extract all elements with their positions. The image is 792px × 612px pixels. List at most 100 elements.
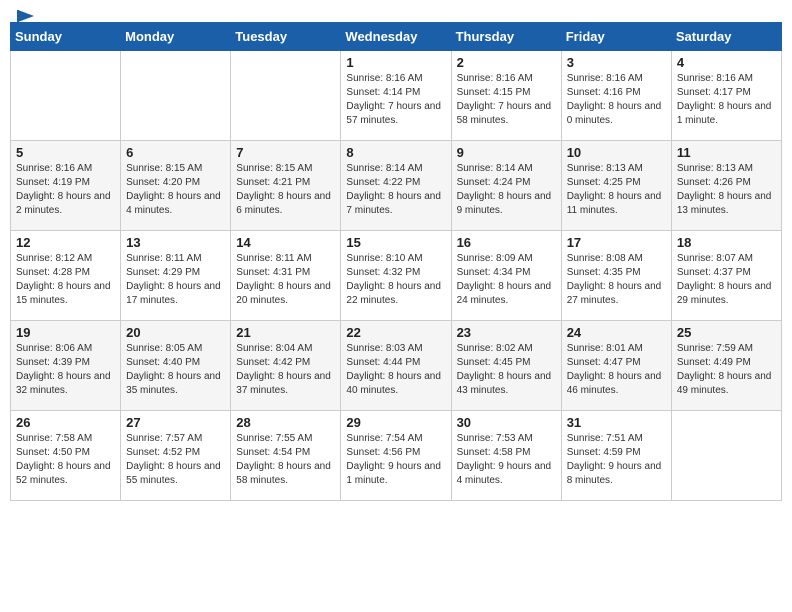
calendar-cell: 2 Sunrise: 8:16 AMSunset: 4:15 PMDaylight… [451,51,561,141]
day-info: Sunrise: 8:16 AMSunset: 4:15 PMDaylight:… [457,72,556,128]
day-info: Sunrise: 8:09 AMSunset: 4:34 PMDaylight:… [457,252,556,308]
day-info: Sunrise: 7:59 AMSunset: 4:49 PMDaylight:… [677,342,776,398]
day-number: 9 [457,145,556,160]
calendar-cell: 9 Sunrise: 8:14 AMSunset: 4:24 PMDaylight… [451,141,561,231]
calendar-cell: 18Sunrise: 8:07 AMSunset: 4:37 PMDayligh… [671,231,781,321]
day-number: 5 [16,145,115,160]
logo-flag-icon [16,10,36,32]
day-info: Sunrise: 7:53 AMSunset: 4:58 PMDaylight:… [457,432,556,488]
day-number: 3 [567,55,666,70]
calendar-cell: 3 Sunrise: 8:16 AMSunset: 4:16 PMDaylight… [561,51,671,141]
day-info: Sunrise: 8:10 AMSunset: 4:32 PMDaylight:… [346,252,445,308]
col-header-friday: Friday [561,23,671,51]
day-number: 4 [677,55,776,70]
calendar-cell: 25 Sunrise: 7:59 AMSunset: 4:49 PMDayligh… [671,321,781,411]
calendar-table: SundayMondayTuesdayWednesdayThursdayFrid… [10,22,782,501]
day-info: Sunrise: 8:01 AMSunset: 4:47 PMDaylight:… [567,342,666,398]
calendar-cell: 28Sunrise: 7:55 AMSunset: 4:54 PMDayligh… [231,411,341,501]
calendar-cell: 10 Sunrise: 8:13 AMSunset: 4:25 PMDayligh… [561,141,671,231]
calendar-cell: 12 Sunrise: 8:12 AMSunset: 4:28 PMDayligh… [11,231,121,321]
day-number: 16 [457,235,556,250]
calendar-cell: 7Sunrise: 8:15 AMSunset: 4:21 PMDaylight… [231,141,341,231]
day-number: 12 [16,235,115,250]
day-info: Sunrise: 8:13 AMSunset: 4:26 PMDaylight:… [677,162,776,218]
day-info: Sunrise: 8:15 AMSunset: 4:20 PMDaylight:… [126,162,225,218]
day-info: Sunrise: 8:06 AMSunset: 4:39 PMDaylight:… [16,342,115,398]
day-number: 19 [16,325,115,340]
day-number: 13 [126,235,225,250]
day-info: Sunrise: 8:16 AMSunset: 4:16 PMDaylight:… [567,72,666,128]
day-number: 31 [567,415,666,430]
day-number: 17 [567,235,666,250]
day-info: Sunrise: 7:57 AMSunset: 4:52 PMDaylight:… [126,432,225,488]
day-number: 6 [126,145,225,160]
calendar-cell: 31 Sunrise: 7:51 AMSunset: 4:59 PMDayligh… [561,411,671,501]
calendar-cell [231,51,341,141]
calendar-cell: 30 Sunrise: 7:53 AMSunset: 4:58 PMDayligh… [451,411,561,501]
calendar-cell: 27 Sunrise: 7:57 AMSunset: 4:52 PMDayligh… [121,411,231,501]
calendar-cell: 13 Sunrise: 8:11 AMSunset: 4:29 PMDayligh… [121,231,231,321]
day-number: 21 [236,325,335,340]
day-info: Sunrise: 8:03 AMSunset: 4:44 PMDaylight:… [346,342,445,398]
day-number: 24 [567,325,666,340]
calendar-week-row: 19 Sunrise: 8:06 AMSunset: 4:39 PMDayligh… [11,321,782,411]
calendar-cell: 16 Sunrise: 8:09 AMSunset: 4:34 PMDayligh… [451,231,561,321]
day-number: 2 [457,55,556,70]
calendar-cell: 17 Sunrise: 8:08 AMSunset: 4:35 PMDayligh… [561,231,671,321]
calendar-cell: 23Sunrise: 8:02 AMSunset: 4:45 PMDayligh… [451,321,561,411]
calendar-cell: 24 Sunrise: 8:01 AMSunset: 4:47 PMDayligh… [561,321,671,411]
calendar-cell: 4 Sunrise: 8:16 AMSunset: 4:17 PMDaylight… [671,51,781,141]
calendar-cell: 1Sunrise: 8:16 AMSunset: 4:14 PMDaylight… [341,51,451,141]
day-info: Sunrise: 8:13 AMSunset: 4:25 PMDaylight:… [567,162,666,218]
col-header-tuesday: Tuesday [231,23,341,51]
calendar-week-row: 26 Sunrise: 7:58 AMSunset: 4:50 PMDayligh… [11,411,782,501]
day-info: Sunrise: 8:16 AMSunset: 4:14 PMDaylight:… [346,72,445,128]
calendar-cell: 14 Sunrise: 8:11 AMSunset: 4:31 PMDayligh… [231,231,341,321]
day-number: 29 [346,415,445,430]
col-header-thursday: Thursday [451,23,561,51]
calendar-cell: 26 Sunrise: 7:58 AMSunset: 4:50 PMDayligh… [11,411,121,501]
calendar-cell: 15 Sunrise: 8:10 AMSunset: 4:32 PMDayligh… [341,231,451,321]
day-number: 30 [457,415,556,430]
calendar-header-row: SundayMondayTuesdayWednesdayThursdayFrid… [11,23,782,51]
day-info: Sunrise: 7:54 AMSunset: 4:56 PMDaylight:… [346,432,445,488]
calendar-cell: 8Sunrise: 8:14 AMSunset: 4:22 PMDaylight… [341,141,451,231]
col-header-saturday: Saturday [671,23,781,51]
day-number: 23 [457,325,556,340]
day-info: Sunrise: 8:16 AMSunset: 4:17 PMDaylight:… [677,72,776,128]
page-header [10,10,782,14]
day-info: Sunrise: 8:05 AMSunset: 4:40 PMDaylight:… [126,342,225,398]
calendar-cell: 11 Sunrise: 8:13 AMSunset: 4:26 PMDayligh… [671,141,781,231]
day-number: 28 [236,415,335,430]
calendar-cell: 21Sunrise: 8:04 AMSunset: 4:42 PMDayligh… [231,321,341,411]
day-info: Sunrise: 8:08 AMSunset: 4:35 PMDaylight:… [567,252,666,308]
day-number: 14 [236,235,335,250]
day-info: Sunrise: 7:51 AMSunset: 4:59 PMDaylight:… [567,432,666,488]
calendar-cell: 22 Sunrise: 8:03 AMSunset: 4:44 PMDayligh… [341,321,451,411]
day-number: 26 [16,415,115,430]
calendar-cell: 29 Sunrise: 7:54 AMSunset: 4:56 PMDayligh… [341,411,451,501]
day-info: Sunrise: 8:15 AMSunset: 4:21 PMDaylight:… [236,162,335,218]
day-number: 25 [677,325,776,340]
day-number: 11 [677,145,776,160]
day-info: Sunrise: 8:14 AMSunset: 4:24 PMDaylight:… [457,162,556,218]
calendar-cell [11,51,121,141]
day-info: Sunrise: 8:14 AMSunset: 4:22 PMDaylight:… [346,162,445,218]
calendar-cell: 5Sunrise: 8:16 AMSunset: 4:19 PMDaylight… [11,141,121,231]
day-number: 18 [677,235,776,250]
day-number: 22 [346,325,445,340]
day-number: 27 [126,415,225,430]
day-info: Sunrise: 7:58 AMSunset: 4:50 PMDaylight:… [16,432,115,488]
day-info: Sunrise: 8:11 AMSunset: 4:31 PMDaylight:… [236,252,335,308]
calendar-cell: 19 Sunrise: 8:06 AMSunset: 4:39 PMDayligh… [11,321,121,411]
calendar-week-row: 1Sunrise: 8:16 AMSunset: 4:14 PMDaylight… [11,51,782,141]
day-number: 15 [346,235,445,250]
calendar-week-row: 12 Sunrise: 8:12 AMSunset: 4:28 PMDayligh… [11,231,782,321]
day-number: 10 [567,145,666,160]
day-info: Sunrise: 8:12 AMSunset: 4:28 PMDaylight:… [16,252,115,308]
calendar-cell: 20 Sunrise: 8:05 AMSunset: 4:40 PMDayligh… [121,321,231,411]
day-info: Sunrise: 8:11 AMSunset: 4:29 PMDaylight:… [126,252,225,308]
day-number: 20 [126,325,225,340]
col-header-wednesday: Wednesday [341,23,451,51]
calendar-cell [671,411,781,501]
